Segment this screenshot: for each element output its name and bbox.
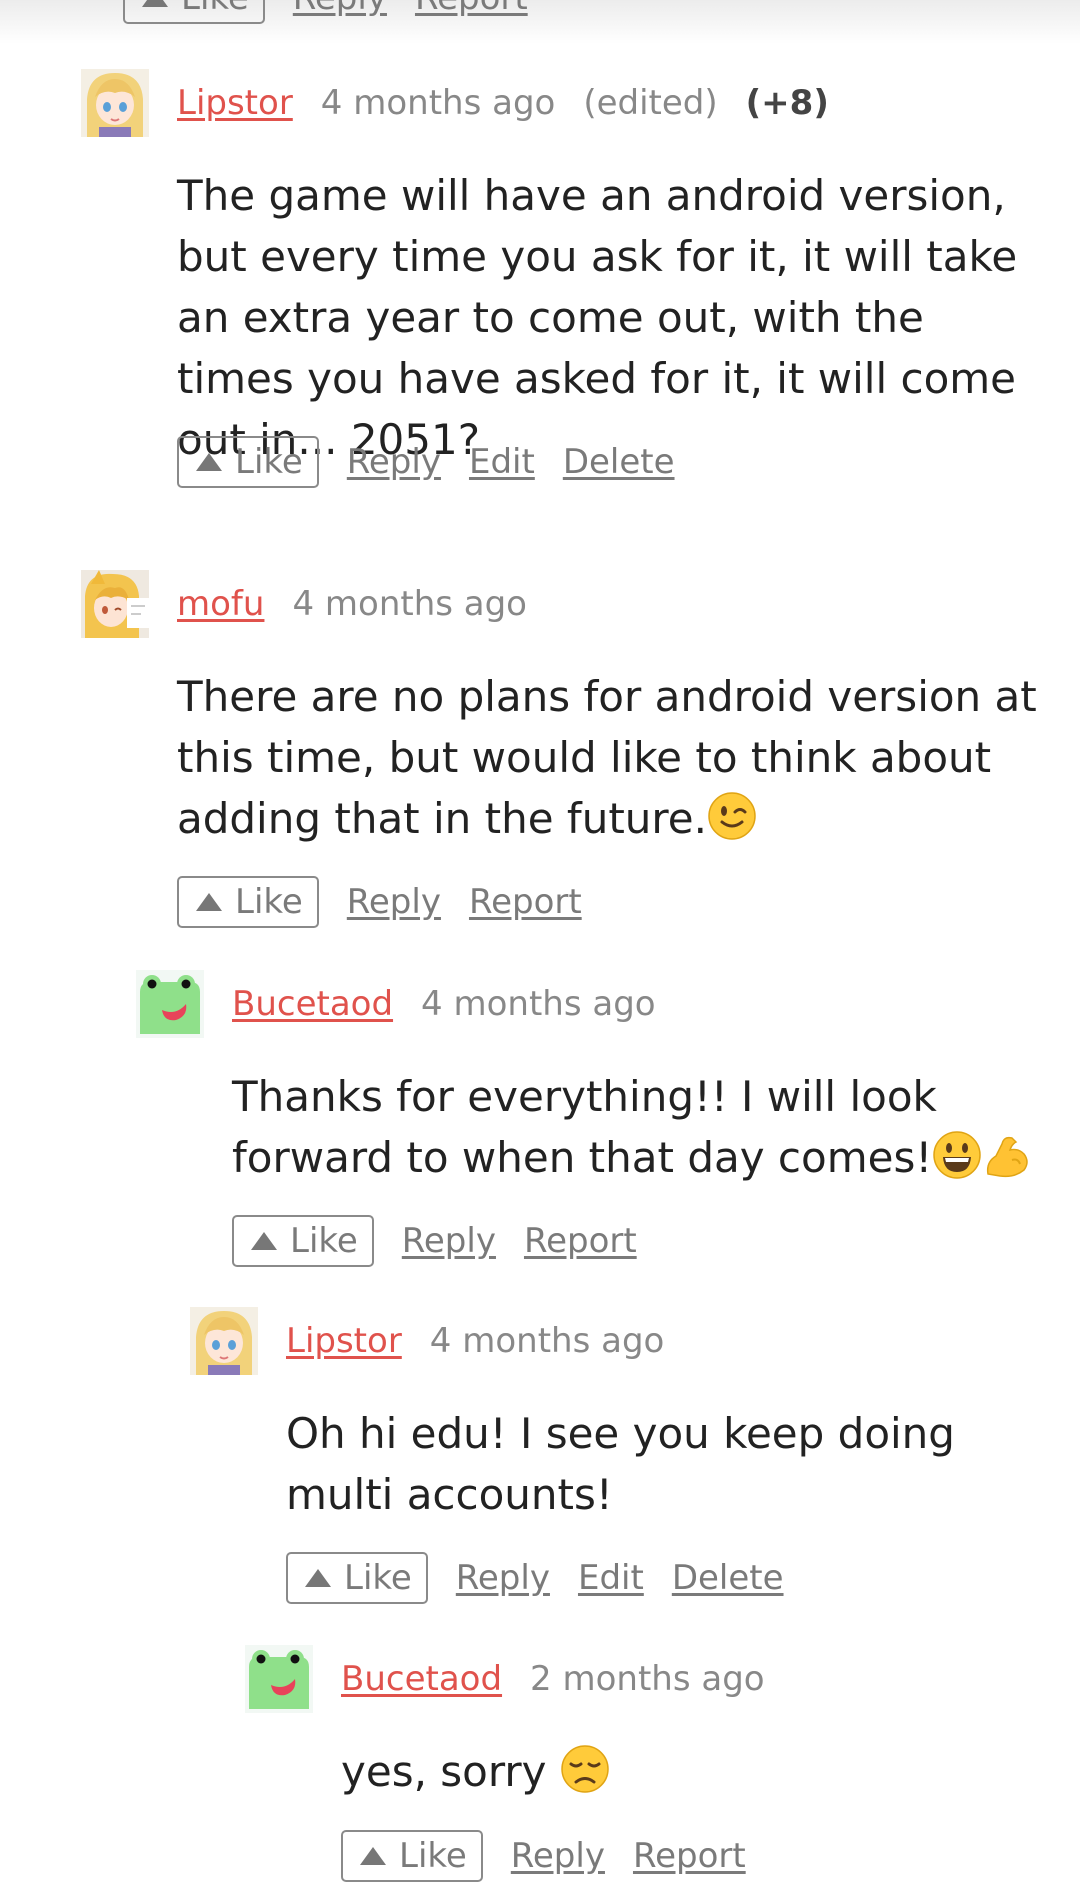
comment-header: Bucetaod 2 months ago (341, 1659, 765, 1699)
upvote-icon (196, 453, 222, 471)
upvote-icon (305, 1569, 331, 1587)
winking-face-icon (707, 791, 757, 841)
comment-body: There are no plans for android version a… (177, 672, 1037, 843)
author-link[interactable]: Lipstor (286, 1321, 402, 1361)
reply-link[interactable]: Reply (347, 442, 441, 482)
delete-link[interactable]: Delete (672, 1558, 784, 1598)
comment-header: Bucetaod 4 months ago (232, 984, 656, 1024)
like-button[interactable]: Like (177, 876, 319, 928)
grinning-face-icon (932, 1130, 982, 1180)
upvote-icon (251, 1232, 277, 1250)
edit-link[interactable]: Edit (469, 442, 535, 482)
timestamp: 4 months ago (320, 83, 556, 123)
timestamp: 4 months ago (429, 1321, 665, 1361)
upvote-icon (196, 893, 222, 911)
comment-body: Thanks for everything!! I will look forw… (232, 1066, 1052, 1188)
avatar-bucetaod[interactable] (245, 1645, 313, 1713)
report-link[interactable]: Report (469, 882, 582, 922)
report-link[interactable]: Report (633, 1836, 746, 1876)
reply-link[interactable]: Reply (511, 1836, 605, 1876)
comment-header: mofu 4 months ago (177, 584, 527, 624)
score-badge: (+8) (745, 83, 829, 123)
comment-body: Oh hi edu! I see you keep doing multi ac… (286, 1409, 955, 1519)
reply-link[interactable]: Reply (293, 0, 387, 18)
like-button[interactable]: Like (341, 1830, 483, 1882)
like-button[interactable]: Like (123, 0, 265, 24)
edited-label: (edited) (583, 83, 718, 123)
comment-actions: Like Reply Edit Delete (177, 436, 675, 488)
delete-link[interactable]: Delete (563, 442, 675, 482)
comment-body: The game will have an android version, b… (177, 171, 1018, 464)
comment-actions: Like Reply Report (232, 1215, 637, 1267)
avatar-bucetaod[interactable] (136, 970, 204, 1038)
flexed-biceps-icon (982, 1130, 1032, 1180)
edit-link[interactable]: Edit (578, 1558, 644, 1598)
timestamp: 4 months ago (421, 984, 656, 1024)
comment-header: Lipstor 4 months ago (286, 1321, 664, 1361)
reply-link[interactable]: Reply (402, 1221, 496, 1261)
upvote-icon (360, 1847, 386, 1865)
disappointed-face-icon (560, 1744, 610, 1794)
avatar-lipstor[interactable] (81, 69, 149, 137)
reply-link[interactable]: Reply (347, 882, 441, 922)
timestamp: 4 months ago (292, 584, 527, 624)
upvote-icon (142, 0, 168, 7)
like-button[interactable]: Like (232, 1215, 374, 1267)
previous-comment-actions: Like Reply Report (123, 0, 528, 24)
author-link[interactable]: Bucetaod (341, 1659, 502, 1699)
comment-actions: Like Reply Edit Delete (286, 1552, 784, 1604)
avatar-mofu[interactable] (81, 570, 149, 638)
comment-actions: Like Reply Report (341, 1830, 746, 1882)
comment-header: Lipstor 4 months ago (edited) (+8) (177, 83, 829, 123)
comment-body: yes, sorry (341, 1741, 1041, 1802)
avatar-lipstor[interactable] (190, 1307, 258, 1375)
like-button[interactable]: Like (177, 436, 319, 488)
report-link[interactable]: Report (524, 1221, 637, 1261)
like-button[interactable]: Like (286, 1552, 428, 1604)
reply-link[interactable]: Reply (456, 1558, 550, 1598)
timestamp: 2 months ago (530, 1659, 765, 1699)
comment-actions: Like Reply Report (177, 876, 582, 928)
author-link[interactable]: mofu (177, 584, 264, 624)
report-link[interactable]: Report (415, 0, 528, 18)
author-link[interactable]: Lipstor (177, 83, 293, 123)
author-link[interactable]: Bucetaod (232, 984, 393, 1024)
